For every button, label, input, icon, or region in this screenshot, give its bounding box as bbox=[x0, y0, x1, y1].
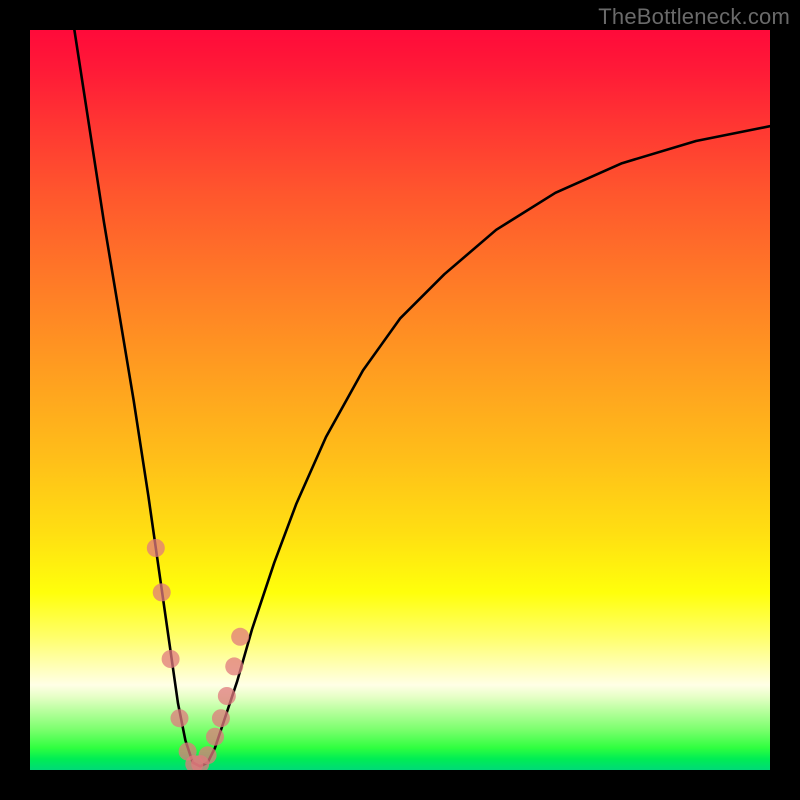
marker-dot bbox=[231, 628, 249, 646]
marker-dot bbox=[153, 583, 171, 601]
marker-dot bbox=[212, 709, 230, 727]
marker-dot bbox=[218, 687, 236, 705]
marker-dot bbox=[162, 650, 180, 668]
plot-area bbox=[30, 30, 770, 770]
highlighted-points bbox=[147, 539, 249, 770]
watermark-text: TheBottleneck.com bbox=[598, 4, 790, 30]
curve-layer bbox=[30, 30, 770, 770]
marker-dot bbox=[170, 709, 188, 727]
marker-dot bbox=[225, 657, 243, 675]
marker-dot bbox=[206, 728, 224, 746]
marker-dot bbox=[147, 539, 165, 557]
outer-frame: TheBottleneck.com bbox=[0, 0, 800, 800]
marker-dot bbox=[199, 746, 217, 764]
